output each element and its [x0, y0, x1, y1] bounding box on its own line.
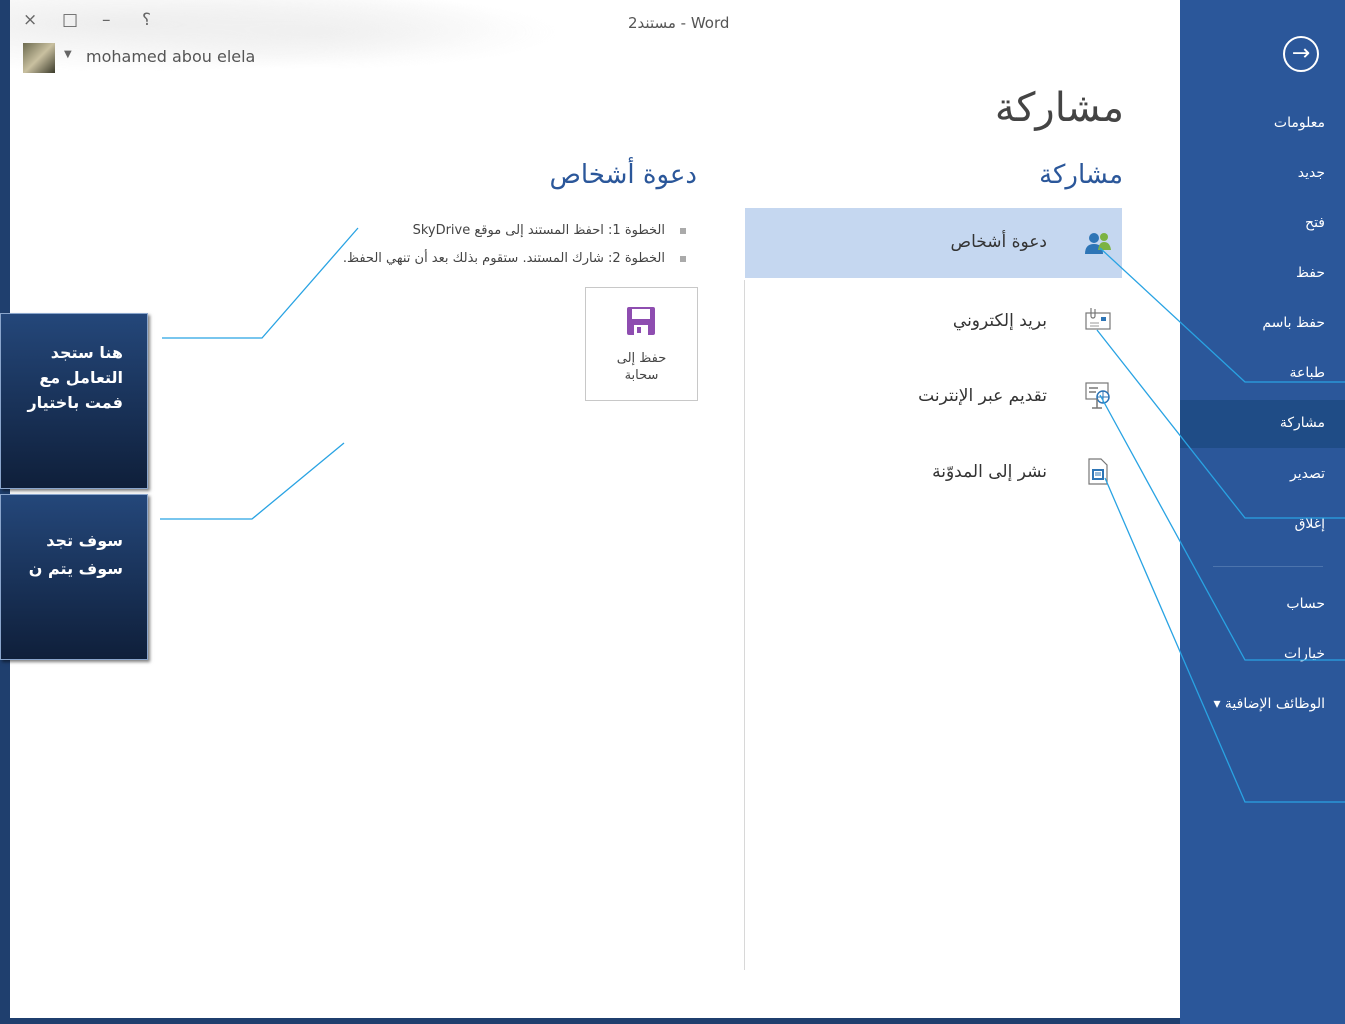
sidebar-item-share[interactable]: مشاركة [1280, 415, 1325, 431]
bullet-icon [680, 256, 686, 262]
share-option-label: دعوة أشخاص [950, 232, 1047, 252]
sidebar-item-save[interactable]: حفظ [1296, 265, 1325, 281]
help-button[interactable]: ؟ [142, 10, 151, 30]
callout-1-line-1: هنا ستجد [50, 343, 123, 362]
sidebar-item-print[interactable]: طباعة [1290, 365, 1326, 381]
callout-1-line-2: التعامل مع [39, 368, 123, 387]
share-option-present-online[interactable]: تقديم عبر الإنترنت [745, 362, 1122, 432]
callout-1-line-3: فمت باختيار [27, 393, 123, 412]
share-option-email[interactable]: بريد إلكتروني [745, 287, 1122, 357]
backstage-window [10, 0, 1180, 1018]
callout-2-line-2: سوف يتم ن [28, 559, 123, 578]
save-to-cloud-label: حفظ إلى سحابة [586, 350, 697, 384]
sidebar-item-close[interactable]: إغلاق [1295, 516, 1325, 532]
sidebar-item-save-as[interactable]: حفظ باسم [1262, 315, 1325, 331]
title-bar-decoration [10, 0, 570, 80]
vertical-divider [744, 280, 745, 970]
avatar[interactable] [23, 43, 55, 73]
blog-post-icon [1088, 458, 1108, 485]
save-to-cloud-line-2: سحابة [624, 368, 659, 383]
share-option-invite[interactable]: دعوة أشخاص [745, 208, 1122, 278]
save-to-cloud-line-1: حفظ إلى [616, 351, 667, 366]
people-icon [1085, 233, 1111, 254]
share-option-blog[interactable]: نشر إلى المدوّنة [745, 438, 1122, 508]
share-option-label: تقديم عبر الإنترنت [918, 386, 1047, 406]
close-button[interactable]: × [23, 10, 37, 30]
chevron-down-icon[interactable]: ▼ [64, 49, 72, 60]
backstage-sidebar [1180, 0, 1345, 1024]
sidebar-item-addins[interactable]: الوظائف الإضافية ▾ [1213, 696, 1325, 712]
invite-step-1: الخطوة 1: احفظ المستند إلى موقع SkyDrive [412, 223, 665, 238]
sidebar-item-options[interactable]: خيارات [1284, 646, 1325, 662]
email-attachment-icon [1085, 308, 1111, 330]
save-to-cloud-button[interactable]: حفظ إلى سحابة [585, 287, 698, 401]
callout-box-1: هنا ستجد التعامل مع فمت باختيار [0, 313, 148, 489]
floppy-disk-icon [627, 307, 655, 335]
restore-button[interactable]: □ [62, 10, 78, 30]
bullet-icon [680, 228, 686, 234]
sidebar-item-new[interactable]: جديد [1298, 165, 1325, 181]
invite-step-2: الخطوة 2: شارك المستند. ستقوم بذلك بعد أ… [342, 251, 665, 266]
minimize-button[interactable]: – [102, 10, 111, 30]
sidebar-item-open[interactable]: فتح [1305, 215, 1325, 231]
sidebar-item-export[interactable]: تصدير [1290, 466, 1325, 482]
section-title: مشاركة [1039, 160, 1123, 190]
sidebar-divider [1213, 566, 1323, 567]
sidebar-item-info[interactable]: معلومات [1274, 115, 1325, 131]
user-name[interactable]: mohamed abou elela [86, 47, 255, 66]
document-title: مستند2 - Word [628, 14, 730, 32]
share-option-label: بريد إلكتروني [952, 311, 1047, 331]
back-arrow-icon[interactable]: → [1283, 36, 1319, 72]
callout-2-line-1: سوف تجد [46, 531, 123, 550]
share-option-label: نشر إلى المدوّنة [932, 462, 1047, 482]
sidebar-item-account[interactable]: حساب [1286, 596, 1325, 612]
online-presentation-icon [1085, 382, 1110, 409]
page-title: مشاركة [994, 85, 1124, 131]
callout-box-2: سوف تجد سوف يتم ن [0, 494, 148, 660]
invite-title: دعوة أشخاص [549, 160, 697, 190]
